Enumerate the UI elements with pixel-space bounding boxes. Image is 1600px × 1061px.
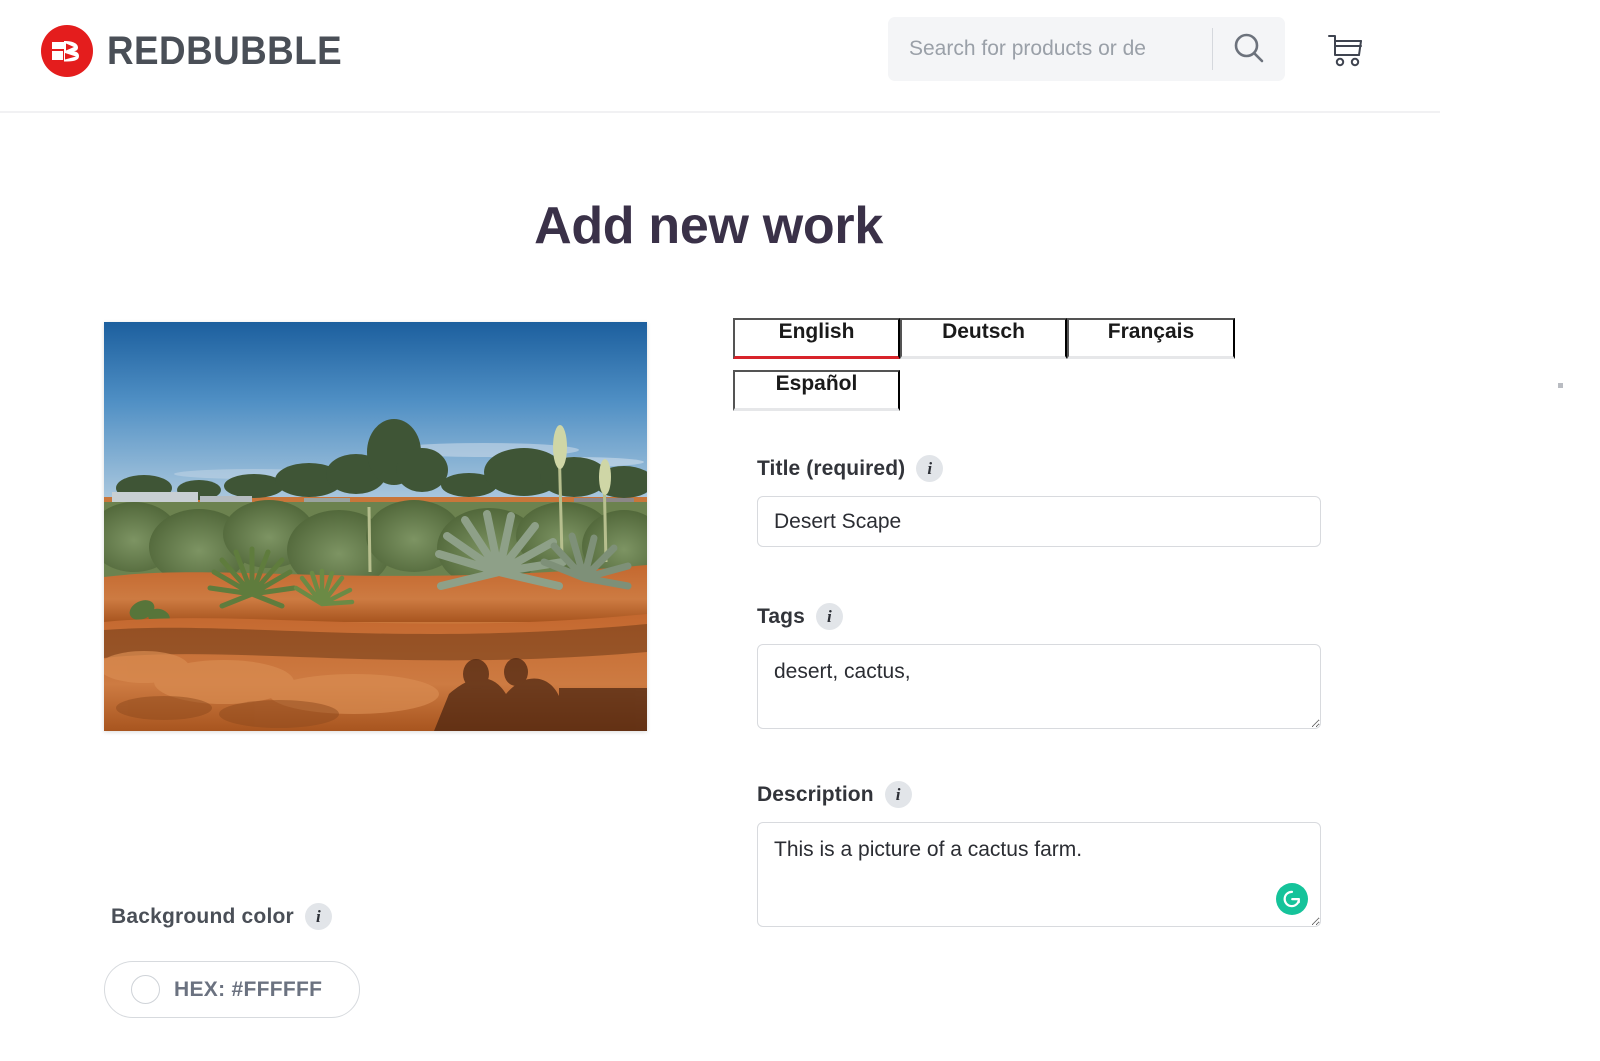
description-field-group: Description i (757, 781, 1321, 927)
title-field-group: Title (required) i (757, 455, 1321, 547)
site-header: REDBUBBLE (0, 0, 1440, 113)
search-bar[interactable] (888, 17, 1285, 81)
description-input-wrapper (757, 822, 1321, 927)
tags-label: Tags (757, 605, 805, 629)
info-icon[interactable]: i (885, 781, 912, 808)
tab-deutsch[interactable]: Deutsch (900, 318, 1067, 359)
tab-espanol[interactable]: Español (733, 370, 900, 411)
brand-logo[interactable]: REDBUBBLE (41, 25, 363, 77)
info-icon[interactable]: i (305, 903, 332, 930)
tags-textarea[interactable] (757, 644, 1321, 729)
tab-english[interactable]: English (733, 318, 900, 359)
language-tabs: English Deutsch Français Español (733, 318, 1235, 411)
brand-name: REDBUBBLE (107, 29, 342, 74)
info-icon[interactable]: i (816, 603, 843, 630)
redbubble-rb-logo-icon (41, 25, 93, 77)
shopping-cart-icon (1325, 32, 1365, 71)
search-icon (1231, 30, 1267, 69)
search-input[interactable] (888, 37, 1212, 61)
background-color-hex-value: HEX: #FFFFFF (174, 978, 322, 1002)
cart-button[interactable] (1319, 25, 1371, 77)
tags-field-group: Tags i (757, 603, 1321, 729)
title-label: Title (required) (757, 457, 905, 481)
background-color-label: Background color (111, 905, 294, 929)
grammarly-icon[interactable] (1276, 883, 1308, 915)
artwork-preview-image[interactable] (104, 322, 647, 731)
page-title: Add new work (0, 196, 1417, 256)
description-label-group: Description i (757, 781, 1321, 808)
title-input[interactable] (757, 496, 1321, 547)
tab-row-filler (900, 408, 1235, 411)
info-icon[interactable]: i (916, 455, 943, 482)
description-label: Description (757, 783, 874, 807)
title-label-group: Title (required) i (757, 455, 1321, 482)
page-edge-marker (1558, 383, 1563, 388)
background-color-label-group: Background color i (111, 903, 332, 930)
tab-francais[interactable]: Français (1067, 318, 1235, 359)
tags-label-group: Tags i (757, 603, 1321, 630)
color-swatch-icon (131, 975, 160, 1004)
search-button[interactable] (1213, 17, 1285, 81)
background-color-button[interactable]: HEX: #FFFFFF (104, 961, 360, 1018)
description-textarea[interactable] (757, 822, 1321, 927)
